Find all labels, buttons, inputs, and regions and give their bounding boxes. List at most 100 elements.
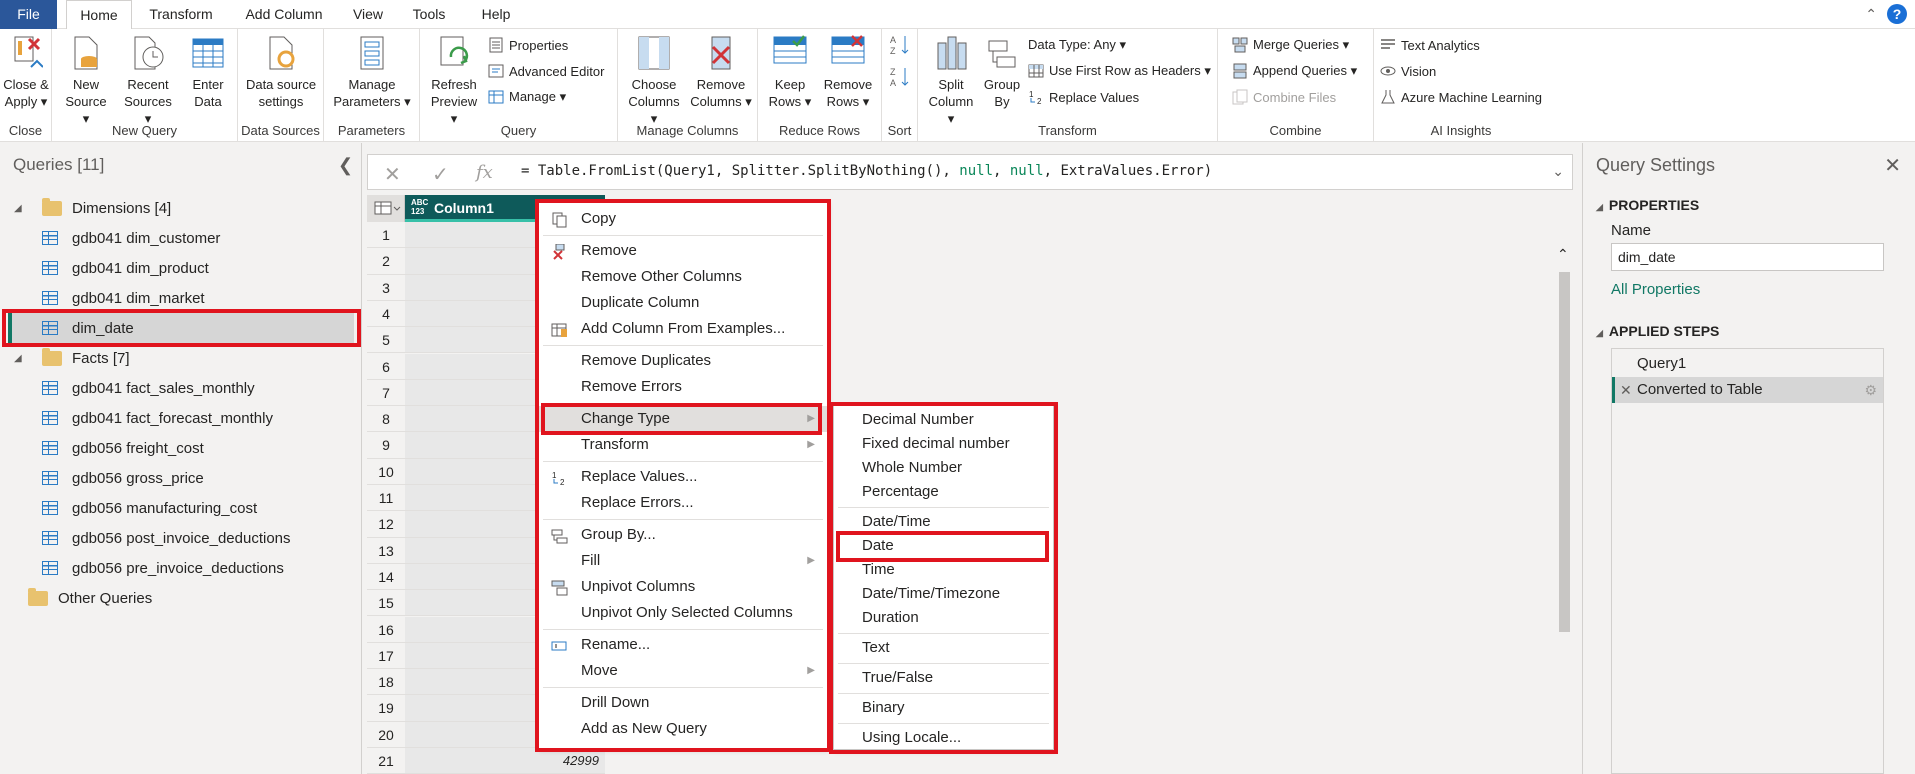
menu-item-add-column-from-examples[interactable]: Add Column From Examples...	[539, 316, 827, 342]
azure-ml-button[interactable]: Azure Machine Learning	[1380, 86, 1542, 108]
applied-steps-section[interactable]: ◢ APPLIED STEPS	[1596, 323, 1719, 339]
type-whole-number[interactable]: Whole Number	[834, 456, 1053, 480]
data-type-dropdown[interactable]: Data Type: Any ▾	[1028, 34, 1126, 56]
menu-item-rename[interactable]: Rename...	[539, 632, 827, 658]
merge-queries-button[interactable]: Merge Queries ▾	[1232, 34, 1349, 56]
gear-icon[interactable]: ⚙	[1864, 377, 1877, 403]
type-binary[interactable]: Binary	[834, 696, 1053, 720]
split-column-button[interactable]: Split Column ▾	[924, 33, 978, 127]
tab-transform[interactable]: Transform	[140, 0, 222, 29]
step-item[interactable]: Query1	[1612, 351, 1883, 377]
query-item[interactable]: gdb041 dim_customer	[0, 223, 362, 253]
manage-parameters-button[interactable]: Manage Parameters ▾	[328, 33, 416, 110]
close-apply-button[interactable]: Close & Apply ▾	[2, 33, 50, 110]
menu-item-change-type[interactable]: Change Type ▶	[539, 406, 827, 432]
tab-view[interactable]: View	[346, 0, 390, 29]
remove-columns-button[interactable]: Remove Columns ▾	[690, 33, 752, 110]
choose-columns-button[interactable]: Choose Columns ▾	[624, 33, 684, 127]
manage-button[interactable]: Manage ▾	[488, 86, 566, 108]
use-first-row-headers-button[interactable]: Use First Row as Headers ▾	[1028, 60, 1211, 82]
expand-triangle-icon[interactable]: ◢	[14, 353, 28, 364]
data-source-settings-button[interactable]: Data source settings	[242, 33, 320, 110]
close-icon[interactable]: ✕	[1884, 153, 1901, 178]
type-datetime-timezone[interactable]: Date/Time/Timezone	[834, 582, 1053, 606]
step-item-selected[interactable]: ✕ Converted to Table ⚙	[1612, 377, 1883, 403]
sort-descending-button[interactable]: ZA	[890, 65, 910, 89]
append-queries-button[interactable]: Append Queries ▾	[1232, 60, 1357, 82]
folder-other-queries[interactable]: Other Queries	[0, 583, 362, 613]
menu-item-unpivot-columns[interactable]: Unpivot Columns	[539, 574, 827, 600]
type-any-icon[interactable]: ABC 123	[411, 198, 428, 216]
replace-values-button[interactable]: 12 Replace Values	[1028, 86, 1139, 108]
query-item-selected[interactable]: dim_date	[8, 313, 354, 343]
tab-add-column[interactable]: Add Column	[236, 0, 332, 29]
tab-tools[interactable]: Tools	[404, 0, 454, 29]
vertical-scrollbar[interactable]: ⌃	[1557, 246, 1572, 646]
type-time[interactable]: Time	[834, 558, 1053, 582]
enter-data-button[interactable]: Enter Data	[184, 33, 232, 110]
menu-item-add-as-new-query[interactable]: Add as New Query	[539, 716, 827, 742]
cancel-formula-icon[interactable]: ✕	[384, 162, 401, 187]
type-decimal-number[interactable]: Decimal Number	[834, 408, 1053, 432]
expand-formula-icon[interactable]: ⌄	[1552, 163, 1564, 180]
expand-triangle-icon[interactable]: ◢	[14, 203, 28, 214]
delete-step-icon[interactable]: ✕	[1620, 377, 1632, 403]
tab-home[interactable]: Home	[66, 0, 132, 30]
type-datetime[interactable]: Date/Time	[834, 510, 1053, 534]
group-by-button[interactable]: Group By	[980, 33, 1024, 110]
text-analytics-button[interactable]: Text Analytics	[1380, 34, 1480, 56]
query-name-field[interactable]: dim_date	[1611, 243, 1884, 271]
type-text[interactable]: Text	[834, 636, 1053, 660]
all-properties-link[interactable]: All Properties	[1611, 281, 1700, 298]
type-date[interactable]: Date	[834, 534, 1053, 558]
scroll-thumb[interactable]	[1559, 272, 1570, 632]
menu-item-replace-errors[interactable]: Replace Errors...	[539, 490, 827, 516]
remove-rows-button[interactable]: Remove Rows ▾	[820, 33, 876, 110]
keep-rows-button[interactable]: Keep Rows ▾	[764, 33, 816, 110]
sort-ascending-button[interactable]: AZ	[890, 33, 910, 57]
menu-item-copy[interactable]: Copy	[539, 206, 827, 232]
query-item[interactable]: gdb056 manufacturing_cost	[0, 493, 362, 523]
query-item[interactable]: gdb056 pre_invoice_deductions	[0, 553, 362, 583]
menu-item-duplicate-column[interactable]: Duplicate Column	[539, 290, 827, 316]
tab-help[interactable]: Help	[468, 0, 524, 29]
type-true-false[interactable]: True/False	[834, 666, 1053, 690]
scroll-up-icon[interactable]: ⌃	[1557, 246, 1569, 263]
query-item[interactable]: gdb041 fact_forecast_monthly	[0, 403, 362, 433]
collapse-pane-icon[interactable]: ❮	[338, 155, 353, 176]
type-duration[interactable]: Duration	[834, 606, 1053, 630]
query-item[interactable]: gdb041 fact_sales_monthly	[0, 373, 362, 403]
tab-file[interactable]: File	[0, 0, 57, 29]
menu-item-replace-values[interactable]: 12 Replace Values...	[539, 464, 827, 490]
type-percentage[interactable]: Percentage	[834, 480, 1053, 504]
combine-files-button[interactable]: Combine Files	[1232, 86, 1336, 108]
menu-item-remove[interactable]: Remove	[539, 238, 827, 264]
menu-item-group-by[interactable]: Group By...	[539, 522, 827, 548]
fx-icon[interactable]: fx	[476, 162, 493, 183]
query-item[interactable]: gdb041 dim_market	[0, 283, 362, 313]
query-item[interactable]: gdb056 gross_price	[0, 463, 362, 493]
vision-button[interactable]: Vision	[1380, 60, 1436, 82]
new-source-button[interactable]: New Source ▾	[62, 33, 110, 127]
type-fixed-decimal[interactable]: Fixed decimal number	[834, 432, 1053, 456]
query-item[interactable]: gdb056 post_invoice_deductions	[0, 523, 362, 553]
table-cell[interactable]: 42999	[405, 748, 605, 774]
collapse-ribbon-icon[interactable]: ⌃	[1865, 6, 1877, 23]
folder-facts[interactable]: ◢ Facts [7]	[0, 343, 362, 373]
menu-item-transform[interactable]: Transform ▶	[539, 432, 827, 458]
menu-item-fill[interactable]: Fill ▶	[539, 548, 827, 574]
folder-dimensions[interactable]: ◢ Dimensions [4]	[0, 193, 362, 223]
confirm-formula-icon[interactable]: ✓	[432, 162, 449, 187]
menu-item-remove-duplicates[interactable]: Remove Duplicates	[539, 348, 827, 374]
properties-button[interactable]: Properties	[488, 34, 568, 56]
table-menu-icon[interactable]	[367, 195, 405, 222]
query-item[interactable]: gdb041 dim_product	[0, 253, 362, 283]
menu-item-drill-down[interactable]: Drill Down	[539, 690, 827, 716]
properties-section[interactable]: ◢ PROPERTIES	[1596, 197, 1699, 213]
menu-item-remove-other-columns[interactable]: Remove Other Columns	[539, 264, 827, 290]
recent-sources-button[interactable]: Recent Sources ▾	[120, 33, 176, 127]
advanced-editor-button[interactable]: Advanced Editor	[488, 60, 604, 82]
formula-input[interactable]: = Table.FromList(Query1, Splitter.SplitB…	[521, 163, 1212, 179]
query-item[interactable]: gdb056 freight_cost	[0, 433, 362, 463]
refresh-preview-button[interactable]: Refresh Preview ▾	[426, 33, 482, 127]
